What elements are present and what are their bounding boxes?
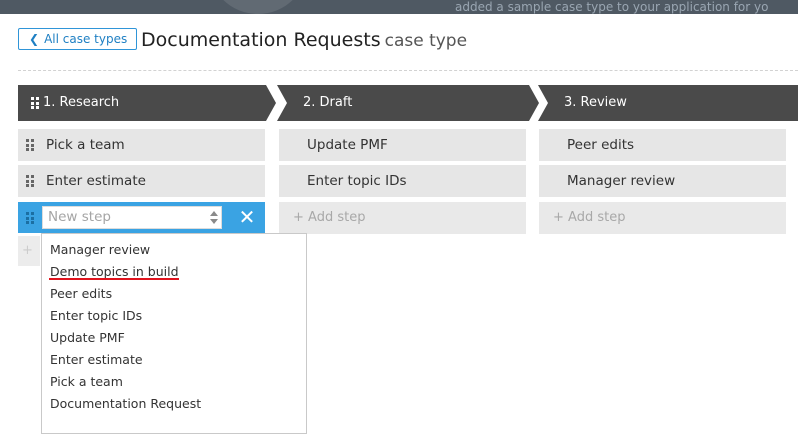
- add-step-button[interactable]: + Add step: [539, 202, 786, 234]
- add-step-button[interactable]: +: [18, 236, 40, 266]
- drag-handle-icon[interactable]: [26, 139, 34, 151]
- step-label: Enter topic IDs: [307, 173, 407, 189]
- close-icon[interactable]: ✕: [236, 207, 258, 229]
- step-enter-estimate[interactable]: Enter estimate: [18, 165, 265, 197]
- dropdown-option-highlighted[interactable]: Demo topics in build: [50, 264, 179, 279]
- dropdown-option[interactable]: Manager review: [50, 242, 150, 257]
- stage-draft[interactable]: 2. Draft: [277, 85, 539, 121]
- stage-label: 2. Draft: [303, 95, 353, 110]
- step-label: Peer edits: [567, 137, 635, 153]
- dropdown-option[interactable]: Peer edits: [50, 286, 112, 301]
- spinner-arrows-icon[interactable]: [209, 209, 219, 226]
- dropdown-option[interactable]: Enter topic IDs: [50, 308, 142, 323]
- dropdown-option[interactable]: Documentation Request: [50, 396, 201, 411]
- case-type-panel: ❮ All case types Documentation Requests c…: [0, 14, 798, 435]
- step-label: Enter estimate: [46, 173, 146, 189]
- highlight-underline: [49, 278, 179, 280]
- step-update-pmf[interactable]: Update PMF: [279, 129, 526, 161]
- case-type-subtitle: case type: [384, 31, 468, 51]
- step-suggestions-dropdown: Manager review Demo topics in build Peer…: [41, 233, 307, 434]
- new-step-input[interactable]: New step: [42, 206, 222, 229]
- step-label: Pick a team: [46, 137, 125, 153]
- step-enter-topic-ids[interactable]: Enter topic IDs: [279, 165, 526, 197]
- stage-research[interactable]: 1. Research: [18, 85, 276, 121]
- drag-handle-icon[interactable]: [26, 175, 34, 187]
- step-peer-edits[interactable]: Peer edits: [539, 129, 786, 161]
- all-case-types-label: All case types: [44, 32, 128, 46]
- step-label: Manager review: [567, 173, 676, 189]
- page-title: Documentation Requests case type: [141, 29, 467, 51]
- new-step-editor: New step ✕: [18, 202, 265, 233]
- step-label: Update PMF: [307, 137, 388, 153]
- chevron-left-icon: ❮: [29, 32, 40, 46]
- background-banner-text: added a sample case type to your applica…: [455, 0, 769, 14]
- drag-handle-icon[interactable]: [26, 212, 34, 224]
- step-pick-a-team[interactable]: Pick a team: [18, 129, 265, 161]
- all-case-types-button[interactable]: ❮ All case types: [18, 28, 138, 50]
- dropdown-option[interactable]: Pick a team: [50, 374, 123, 389]
- step-manager-review[interactable]: Manager review: [539, 165, 786, 197]
- drag-handle-icon[interactable]: [31, 97, 39, 109]
- add-step-button[interactable]: + Add step: [279, 202, 526, 234]
- stage-review[interactable]: 3. Review: [538, 85, 798, 121]
- header-divider: [18, 70, 798, 71]
- dropdown-option[interactable]: Enter estimate: [50, 352, 143, 367]
- case-type-name: Documentation Requests: [141, 29, 381, 51]
- stage-label: 3. Review: [564, 95, 627, 110]
- dropdown-option[interactable]: Update PMF: [50, 330, 125, 345]
- stage-label: 1. Research: [43, 95, 120, 110]
